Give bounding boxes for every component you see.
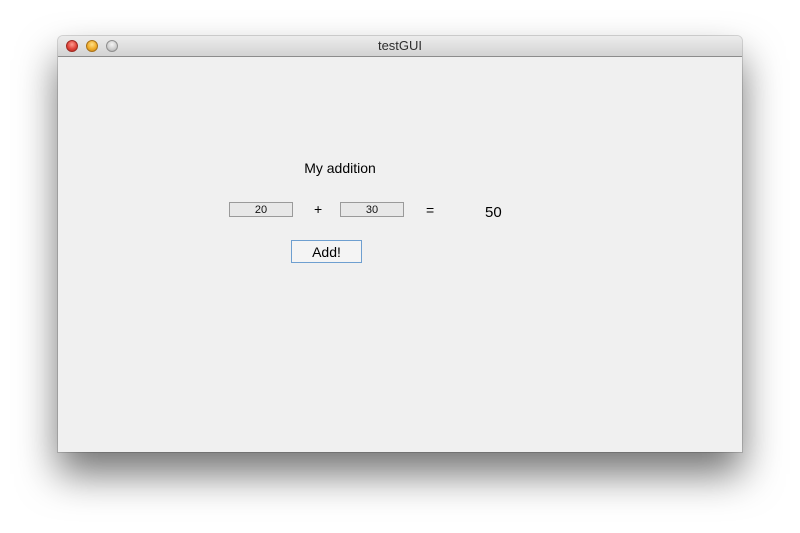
result-label: 50 — [485, 204, 502, 221]
equals-sign: = — [426, 202, 435, 218]
window-title: testGUI — [377, 38, 423, 53]
add-button[interactable]: Add! — [291, 240, 362, 263]
first-number-field[interactable] — [229, 202, 293, 217]
second-number-field[interactable] — [340, 202, 404, 217]
content-area: My addition + = 50 Add! — [58, 57, 742, 452]
plus-sign: + — [314, 201, 323, 217]
app-window: testGUI My addition + = 50 Add! — [58, 36, 742, 452]
title-bar[interactable]: testGUI — [58, 36, 742, 57]
page-heading: My addition — [304, 160, 376, 176]
